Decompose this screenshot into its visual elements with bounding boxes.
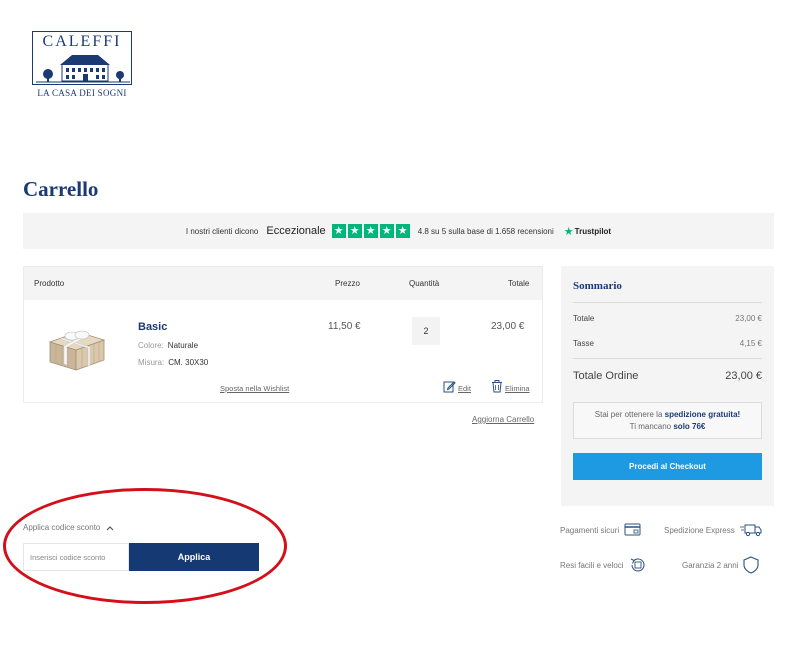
free-shipping-notice: Stai per ottenere la spedizione gratuita… bbox=[573, 402, 762, 439]
trustpilot-star-icon: ★ bbox=[563, 225, 574, 238]
move-to-wishlist-link[interactable]: Sposta nella Wishlist bbox=[220, 384, 289, 393]
order-total-value: 23,00 € bbox=[725, 370, 762, 382]
remove-label: Elimina bbox=[505, 384, 530, 393]
trustpilot-bar[interactable]: I nostri clienti dicono Eccezionale ★ ★ … bbox=[23, 213, 774, 249]
highlight-circle bbox=[3, 488, 287, 604]
express-shipping-label: Spedizione Express bbox=[664, 525, 735, 535]
size-label: Misura: bbox=[138, 358, 165, 367]
credit-card-icon bbox=[624, 523, 641, 536]
subtotal-label: Totale bbox=[573, 314, 595, 323]
checkout-button[interactable]: Procedi al Checkout bbox=[573, 453, 762, 480]
star-icon: ★ bbox=[395, 224, 410, 238]
update-cart-link[interactable]: Aggiorna Carrello bbox=[472, 415, 534, 424]
secure-payments-label: Pagamenti sicuri bbox=[560, 525, 620, 535]
item-total: 23,00 € bbox=[491, 321, 525, 332]
shipping-msg-amount: solo 76€ bbox=[673, 422, 706, 431]
order-total-row: Totale Ordine 23,00 € bbox=[573, 370, 762, 382]
quantity-input[interactable] bbox=[412, 317, 440, 345]
easy-returns-label: Resi facili e veloci bbox=[560, 560, 624, 570]
trash-icon bbox=[492, 380, 502, 393]
shipping-line-1: Stai per ottenere la spedizione gratuita… bbox=[574, 409, 761, 421]
trust-score: 4.8 su 5 sulla base di 1.658 recensioni bbox=[417, 226, 554, 236]
feature-warranty: Garanzia 2 anni bbox=[682, 556, 760, 574]
feature-easy-returns: Resi facili e veloci bbox=[560, 557, 647, 573]
cart-table: Prodotto Prezzo Quantità Totale Basic Co… bbox=[23, 266, 543, 403]
order-summary: Sommario Totale 23,00 € Tasse 4,15 € Tot… bbox=[561, 266, 774, 506]
divider bbox=[573, 302, 762, 303]
header-quantity: Quantità bbox=[409, 279, 440, 288]
product-color: Colore: Naturale bbox=[138, 341, 198, 350]
trustpilot-name: Trustpilot bbox=[574, 226, 612, 236]
shipping-line-2: Ti mancano solo 76€ bbox=[574, 421, 761, 433]
product-size: Misura: CM. 30X30 bbox=[138, 358, 208, 367]
trust-intro: I nostri clienti dicono bbox=[185, 226, 259, 236]
trust-stars: ★ ★ ★ ★ ★ bbox=[331, 224, 410, 238]
house-icon bbox=[36, 55, 130, 83]
tax-label: Tasse bbox=[573, 339, 594, 348]
star-icon: ★ bbox=[379, 224, 394, 238]
feature-express-shipping: Spedizione Express bbox=[664, 523, 762, 537]
shipping-msg-2: Ti mancano bbox=[629, 422, 672, 431]
logo-name: CALEFFI bbox=[42, 33, 122, 50]
header-total: Totale bbox=[508, 279, 530, 288]
star-icon: ★ bbox=[363, 224, 378, 238]
brand-logo[interactable]: CALEFFI LA CASA DEI SOGNI bbox=[32, 31, 132, 98]
remove-button[interactable]: Elimina bbox=[491, 380, 530, 393]
trust-rating-word: Eccezionale bbox=[266, 225, 326, 237]
cart-header: Prodotto Prezzo Quantità Totale bbox=[24, 267, 542, 300]
shipping-msg-bold: spedizione gratuita! bbox=[664, 410, 741, 419]
shipping-msg-1: Stai per ottenere la bbox=[594, 410, 663, 419]
return-box-icon bbox=[630, 558, 645, 572]
tax-row: Tasse 4,15 € bbox=[573, 339, 762, 348]
item-price: 11,50 € bbox=[328, 321, 361, 332]
color-label: Colore: bbox=[138, 341, 164, 350]
truck-icon bbox=[739, 524, 762, 537]
size-value: CM. 30X30 bbox=[168, 358, 209, 367]
header-product: Prodotto bbox=[34, 279, 65, 288]
star-icon: ★ bbox=[331, 224, 346, 238]
page-title: Carrello bbox=[23, 177, 99, 201]
product-image[interactable] bbox=[42, 320, 112, 372]
summary-title: Sommario bbox=[573, 280, 622, 292]
edit-icon bbox=[443, 381, 456, 393]
logo-tagline: LA CASA DEI SOGNI bbox=[37, 88, 127, 98]
tax-value: 4,15 € bbox=[739, 339, 762, 348]
star-icon: ★ bbox=[347, 224, 362, 238]
product-name[interactable]: Basic bbox=[138, 321, 167, 333]
header-price: Prezzo bbox=[335, 279, 360, 288]
edit-button[interactable]: Edit bbox=[443, 380, 471, 393]
order-total-label: Totale Ordine bbox=[573, 370, 639, 382]
divider bbox=[573, 358, 762, 359]
logo-frame: CALEFFI bbox=[32, 31, 132, 85]
subtotal-row: Totale 23,00 € bbox=[573, 314, 762, 323]
edit-label: Edit bbox=[458, 384, 471, 393]
feature-secure-payments: Pagamenti sicuri bbox=[560, 523, 642, 537]
shield-icon bbox=[743, 556, 760, 574]
warranty-label: Garanzia 2 anni bbox=[682, 560, 739, 570]
subtotal-value: 23,00 € bbox=[735, 314, 762, 323]
color-value: Naturale bbox=[167, 341, 199, 350]
